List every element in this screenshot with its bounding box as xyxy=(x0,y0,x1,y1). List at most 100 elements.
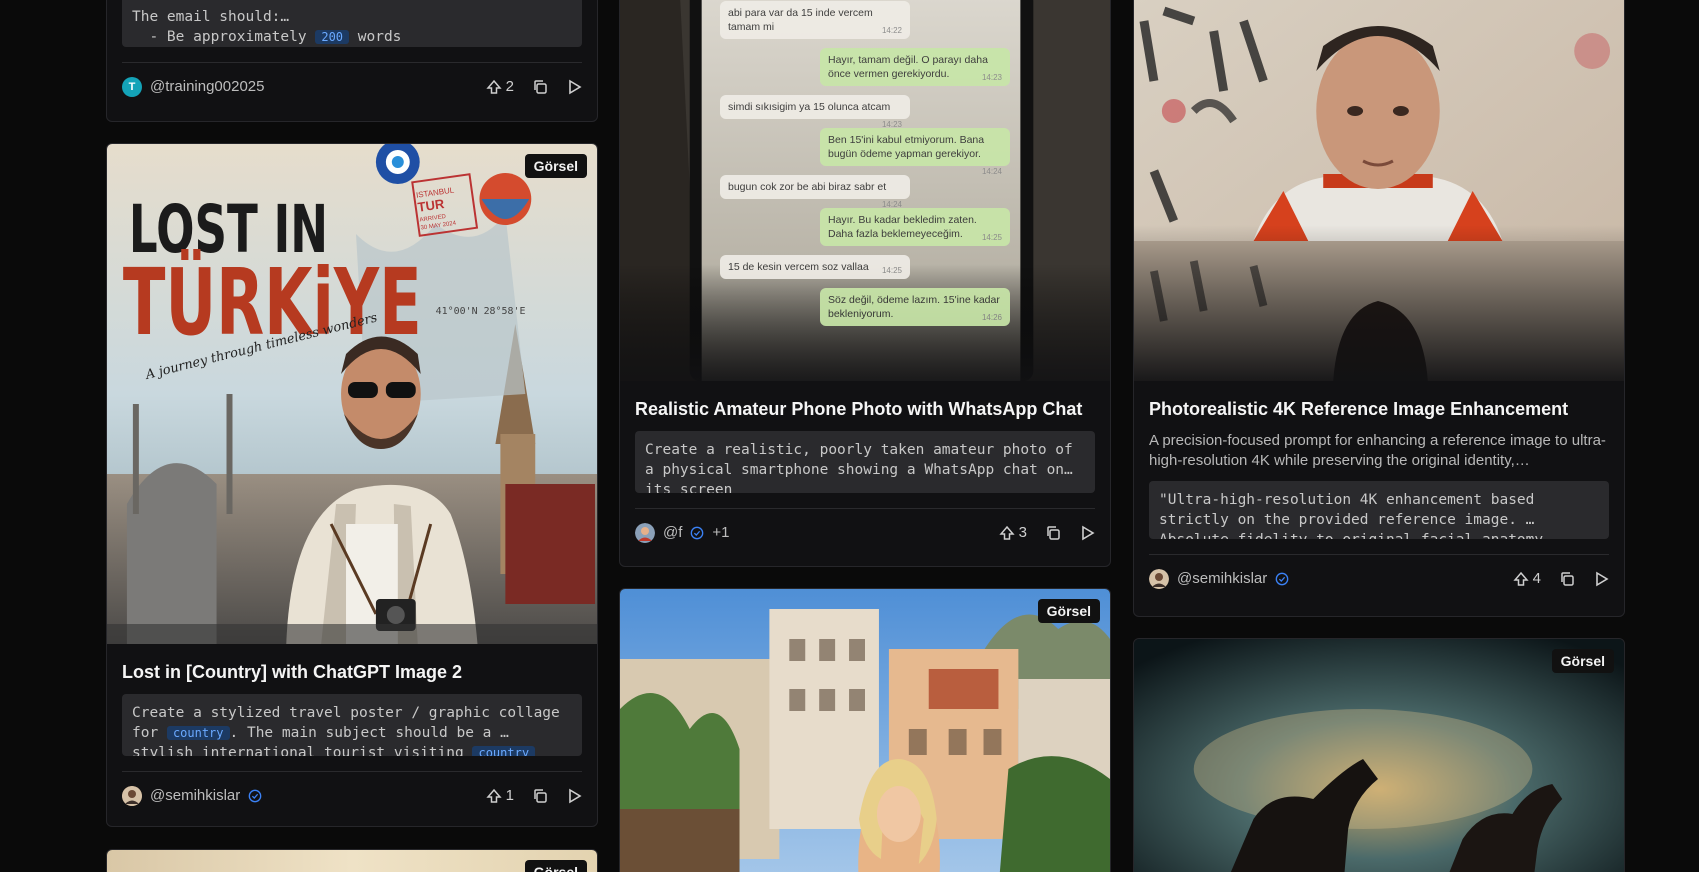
run-button[interactable] xyxy=(1593,571,1609,587)
chat-message-text: Hayır, tamam değil. O parayı daha önce v… xyxy=(828,54,988,80)
play-icon xyxy=(1082,525,1095,540)
author-link[interactable]: T @training002025 xyxy=(122,76,486,97)
upvote-button[interactable]: 1 xyxy=(486,787,514,804)
poster-coordinates: 41°00'N 28°58'E xyxy=(436,306,526,317)
author-link[interactable]: @semihkislar xyxy=(1149,568,1513,589)
chat-message-time: 14:25 xyxy=(881,266,902,275)
run-button[interactable] xyxy=(566,788,582,804)
upvote-icon xyxy=(1513,571,1529,586)
verified-icon xyxy=(691,526,704,539)
upvote-icon xyxy=(486,788,502,803)
avatar: T xyxy=(122,76,142,97)
chat-message-text: Ben 15'ini kabul etmiyorum. Bana bugün ö… xyxy=(828,134,985,160)
image-type-badge: Görsel xyxy=(1037,599,1100,623)
copy-button[interactable] xyxy=(532,788,548,804)
chat-overlay: abi para var da 15 inde vercem tamam mi 1… xyxy=(720,1,1010,335)
card-footer: @semihkislar 1 xyxy=(122,771,582,819)
card-footer: @f +1 3 xyxy=(635,508,1095,556)
chat-message-text: bugun cok zor be abi biraz sabr et xyxy=(728,181,887,193)
chat-message-time: 14:22 xyxy=(881,26,902,35)
avatar xyxy=(1149,568,1169,589)
chat-bubble-outgoing: Söz değil, ödeme lazım. 15'ine kadar bek… xyxy=(820,288,1010,326)
prompt-card-balcony-photo[interactable]: Görsel xyxy=(619,588,1111,872)
copy-icon xyxy=(1561,571,1574,586)
upvote-count: 4 xyxy=(1532,570,1541,587)
reference-portrait-image xyxy=(1134,0,1624,381)
chat-bubble-incoming: simdi sıkısigim ya 15 olunca atcam 14:23 xyxy=(720,95,910,129)
chat-message-time: 14:26 xyxy=(981,313,1002,322)
card-description: A precision-focused prompt for enhancing… xyxy=(1149,432,1606,469)
card-title[interactable]: Lost in [Country] with ChatGPT Image 2 xyxy=(122,660,582,684)
author-link[interactable]: @f +1 xyxy=(635,522,999,543)
copy-button[interactable] xyxy=(532,79,548,95)
author-link[interactable]: @semihkislar xyxy=(122,785,486,806)
play-icon xyxy=(569,788,582,803)
author-handle: @training002025 xyxy=(150,78,265,95)
upvote-button[interactable]: 4 xyxy=(1513,570,1541,587)
variable-chip: country xyxy=(166,726,230,740)
variable-chip: 200 xyxy=(315,30,350,44)
author-handle: @semihkislar xyxy=(1177,570,1268,587)
upvote-icon xyxy=(486,79,502,94)
card-image[interactable] xyxy=(1134,0,1624,381)
prompt-card-email[interactable]: The email should:… - Be approximately 20… xyxy=(106,0,598,122)
run-button[interactable] xyxy=(566,79,582,95)
upvote-count: 2 xyxy=(505,78,514,95)
horse-photo-image xyxy=(1134,639,1624,872)
upvote-count: 3 xyxy=(1018,524,1027,541)
copy-button[interactable] xyxy=(1045,525,1061,541)
copy-icon xyxy=(1047,525,1060,540)
image-type-badge: Görsel xyxy=(1551,649,1614,673)
prompt-card-horse-photo[interactable]: Görsel xyxy=(1133,638,1625,872)
card-image[interactable]: Görsel xyxy=(1134,639,1624,872)
prompt-code-preview: Create a realistic, poorly taken amateur… xyxy=(635,431,1095,493)
code-line: - Be approximately 200 words xyxy=(132,27,572,47)
run-button[interactable] xyxy=(1079,525,1095,541)
card-title[interactable]: Realistic Amateur Phone Photo with Whats… xyxy=(635,397,1095,421)
chat-bubble-outgoing: Hayır. Bu kadar bekledim zaten. Daha faz… xyxy=(820,208,1010,246)
verified-icon xyxy=(248,789,262,802)
card-actions: 2 xyxy=(486,78,582,95)
copy-button[interactable] xyxy=(1559,571,1575,587)
chat-message-text: simdi sıkısigim ya 15 olunca atcam xyxy=(728,101,891,113)
code-text: - Be approximately xyxy=(149,29,307,45)
prompt-card-whatsapp-photo[interactable]: abi para var da 15 inde vercem tamam mi 1… xyxy=(619,0,1111,567)
prompt-code-preview: "Ultra-high-resolution 4K enhancement ba… xyxy=(1149,481,1609,539)
extra-authors-count[interactable]: +1 xyxy=(712,524,729,541)
verified-icon xyxy=(1275,572,1289,585)
travel-poster-image: ISTANBUL TUR ARRIVED 30 MAY 2024 41°00'N… xyxy=(107,144,597,644)
code-text: . The main subject should be a … xyxy=(229,725,509,741)
upvote-button[interactable]: 3 xyxy=(999,524,1027,541)
prompt-gallery: The email should:… - Be approximately 20… xyxy=(0,0,1699,872)
prompt-card-partial[interactable]: Görsel xyxy=(106,849,598,872)
card-image[interactable]: abi para var da 15 inde vercem tamam mi 1… xyxy=(620,0,1110,381)
card-footer: T @training002025 2 xyxy=(122,62,582,110)
chat-message-text: 15 de kesin vercem soz vallaa xyxy=(728,261,869,273)
upvote-count: 1 xyxy=(505,787,514,804)
card-image[interactable]: Görsel xyxy=(107,850,597,872)
author-handle: @f xyxy=(663,524,683,541)
card-title[interactable]: Photorealistic 4K Reference Image Enhanc… xyxy=(1149,397,1609,421)
code-text: stylish international tourist visiting xyxy=(132,745,464,756)
play-icon xyxy=(569,79,582,94)
upvote-button[interactable]: 2 xyxy=(486,78,514,95)
card-actions: 4 xyxy=(1513,570,1609,587)
prompt-card-lost-in-country[interactable]: ISTANBUL TUR ARRIVED 30 MAY 2024 41°00'N… xyxy=(106,143,598,827)
card-footer: @semihkislar 4 xyxy=(1149,554,1609,602)
chat-bubble-incoming: bugun cok zor be abi biraz sabr et 14:24 xyxy=(720,175,910,209)
avatar xyxy=(635,522,655,543)
chat-bubble-outgoing: Ben 15'ini kabul etmiyorum. Bana bugün ö… xyxy=(820,128,1010,176)
upvote-icon xyxy=(999,525,1015,540)
copy-icon xyxy=(534,788,547,803)
chat-message-text: Söz değil, ödeme lazım. 15'ine kadar bek… xyxy=(828,294,1000,320)
chat-message-time: 14:24 xyxy=(981,167,1002,176)
prompt-card-4k-enhancement[interactable]: Photorealistic 4K Reference Image Enhanc… xyxy=(1133,0,1625,617)
chat-bubble-incoming: 15 de kesin vercem soz vallaa 14:25 xyxy=(720,255,910,279)
card-actions: 3 xyxy=(999,524,1095,541)
card-image[interactable]: Görsel xyxy=(620,589,1110,872)
chat-message-time: 14:23 xyxy=(981,73,1002,82)
chat-message-time: 14:25 xyxy=(981,233,1002,242)
card-image[interactable]: ISTANBUL TUR ARRIVED 30 MAY 2024 41°00'N… xyxy=(107,144,597,644)
chat-bubble-incoming: abi para var da 15 inde vercem tamam mi 1… xyxy=(720,1,910,39)
image-type-badge: Görsel xyxy=(524,154,587,178)
